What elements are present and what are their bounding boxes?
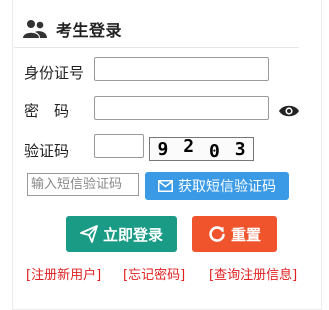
login-button[interactable]: 立即登录 <box>66 216 177 252</box>
password-label: 密 码 <box>24 102 70 120</box>
reset-button[interactable]: 重置 <box>192 216 277 252</box>
captcha-char: 2 <box>183 137 195 157</box>
password-input[interactable] <box>94 96 269 120</box>
captcha-image[interactable]: 9 2 0 3 <box>149 137 254 161</box>
get-sms-code-label: 获取短信验证码 <box>178 179 276 195</box>
send-icon <box>80 225 98 243</box>
captcha-input[interactable] <box>94 134 144 158</box>
panel-header: 考生登录 <box>22 14 122 44</box>
page-title: 考生登录 <box>56 21 123 40</box>
id-number-label: 身份证号 <box>24 64 85 82</box>
register-link[interactable]: [注册新用户] <box>26 264 101 283</box>
captcha-char: 0 <box>208 140 220 161</box>
forgot-password-link[interactable]: [忘记密码] <box>123 264 185 283</box>
refresh-icon <box>209 226 225 242</box>
reset-label: 重置 <box>230 225 261 244</box>
envelope-icon <box>158 180 173 192</box>
captcha-char: 9 <box>157 138 169 160</box>
users-icon <box>23 20 47 38</box>
query-registration-link[interactable]: [查询注册信息] <box>209 264 297 283</box>
eye-icon[interactable] <box>278 104 300 118</box>
login-label: 立即登录 <box>102 225 163 244</box>
id-number-input[interactable] <box>94 57 269 81</box>
header-divider <box>14 47 299 48</box>
get-sms-code-button[interactable]: 获取短信验证码 <box>145 172 289 200</box>
captcha-char: 3 <box>234 138 246 160</box>
sms-code-input[interactable]: 输入短信验证码 <box>27 173 139 196</box>
captcha-label: 验证码 <box>24 142 70 160</box>
